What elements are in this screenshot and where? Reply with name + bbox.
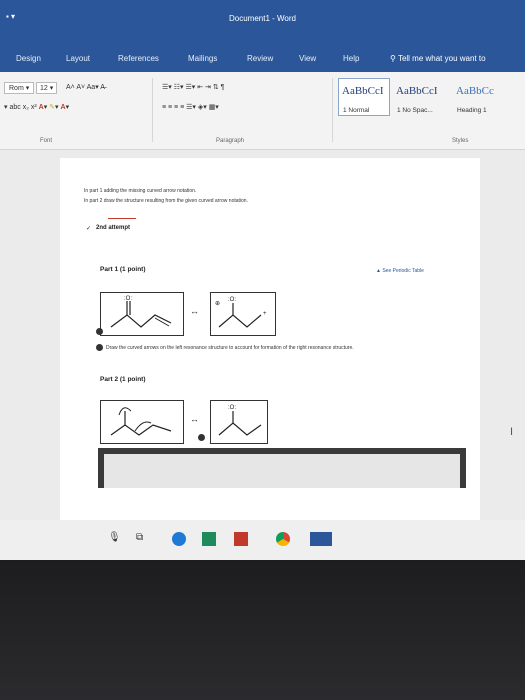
- info-dot-icon: [96, 328, 103, 335]
- word-icon[interactable]: [310, 532, 332, 546]
- microphone-icon[interactable]: 🎙: [108, 532, 122, 546]
- style-preview: AaBbCcI: [396, 85, 438, 97]
- group-label-paragraph: Paragraph: [216, 138, 245, 144]
- tab-review[interactable]: Review: [247, 54, 273, 63]
- divider: [152, 78, 153, 142]
- svg-text::O:: :O:: [124, 296, 132, 302]
- align-icons[interactable]: ≡ ≡ ≡ ≡ ☰▾ ◈▾ ▦▾: [162, 103, 219, 111]
- tab-help[interactable]: Help: [343, 54, 359, 63]
- tab-references[interactable]: References: [118, 54, 159, 63]
- edge-icon[interactable]: [172, 532, 186, 546]
- style-preview: AaBbCcI: [342, 85, 384, 97]
- part2-right-structure[interactable]: :O:: [210, 400, 268, 444]
- molecule-drawing: :O:: [110, 296, 172, 328]
- info-dot-icon: [96, 344, 103, 351]
- part1-title: Part 1 (1 point): [100, 266, 146, 273]
- tell-me-text: Tell me what you want to: [397, 54, 486, 63]
- monitor-screen: ▪ ▾ Document1 - Word Design Layout Refer…: [0, 0, 525, 560]
- font-name-box[interactable]: Rom ▾: [4, 82, 35, 94]
- font-name-value: Rom: [9, 85, 24, 92]
- svg-text:⊕: ⊕: [215, 301, 220, 307]
- ribbon: Rom ▾ 12 ▾ A˄ A˅ Aa▾ A̶ ▾ abc x₂ x² A▾ ✎…: [0, 72, 525, 150]
- style-heading-1[interactable]: AaBbCc Heading 1: [452, 78, 520, 116]
- resonance-arrow-icon: ↔: [190, 306, 199, 316]
- grow-shrink-font-icon[interactable]: A˄ A˅ Aa▾ A̶: [66, 83, 105, 91]
- monitor-bezel: [0, 560, 525, 700]
- part2-title: Part 2 (1 point): [100, 376, 146, 383]
- right-resonance-structure[interactable]: :O: + ⊕: [210, 292, 276, 336]
- onenote-icon[interactable]: [234, 532, 248, 546]
- divider: [332, 78, 333, 142]
- store-icon[interactable]: [202, 532, 216, 546]
- style-name: 1 Normal: [343, 107, 370, 114]
- molecule-drawing: [110, 407, 172, 436]
- periodic-table-link[interactable]: ▲ See Periodic Table: [376, 268, 424, 274]
- svg-text:+: +: [263, 311, 267, 317]
- molecule-drawing: :O: + ⊕: [215, 297, 267, 328]
- drawing-canvas-frame[interactable]: [98, 448, 466, 488]
- left-resonance-structure[interactable]: :O:: [100, 292, 184, 336]
- info-dot-icon: [198, 434, 205, 441]
- list-icons[interactable]: ☰▾ ☷▾ ☰▾ ⇤ ⇥ ⇅ ¶: [162, 83, 224, 91]
- style-preview: AaBbCc: [456, 85, 494, 97]
- taskbar: 🎙 ⧉: [0, 520, 525, 560]
- style-normal[interactable]: AaBbCcI 1 Normal: [338, 78, 390, 116]
- tab-layout[interactable]: Layout: [66, 54, 90, 63]
- task-view-icon[interactable]: ⧉: [136, 532, 150, 546]
- tab-design[interactable]: Design: [16, 54, 41, 63]
- document-page[interactable]: In part 1 adding the missing curved arro…: [60, 158, 480, 560]
- style-no-spacing[interactable]: AaBbCcI 1 No Spac...: [392, 78, 450, 116]
- chevron-down-icon[interactable]: ✓: [86, 225, 91, 232]
- instruction-line-2: In part 2 draw the structure resulting f…: [84, 198, 248, 204]
- window-title: Document1 - Word: [229, 14, 296, 23]
- attempt-label: 2nd attempt: [96, 225, 131, 231]
- title-bar: ▪ ▾ Document1 - Word: [0, 0, 525, 42]
- periodic-table-text: See Periodic Table: [382, 268, 424, 274]
- group-label-styles: Styles: [452, 138, 469, 144]
- resonance-arrow-icon: ↔: [190, 414, 199, 424]
- accent-divider: [108, 218, 136, 219]
- font-size-box[interactable]: 12 ▾: [36, 82, 58, 94]
- ribbon-tabs: Design Layout References Mailings Review…: [0, 42, 525, 72]
- tab-view[interactable]: View: [299, 54, 316, 63]
- chrome-icon[interactable]: [276, 532, 290, 546]
- group-label-font: Font: [40, 138, 53, 144]
- molecule-drawing: :O:: [218, 405, 262, 436]
- svg-text::O:: :O:: [228, 297, 236, 303]
- document-area: In part 1 adding the missing curved arro…: [0, 150, 525, 560]
- part2-left-structure[interactable]: [100, 400, 184, 444]
- font-size-value: 12: [40, 85, 48, 92]
- style-name: 1 No Spac...: [397, 107, 433, 114]
- format-icons[interactable]: ▾ abc x₂ x² A▾ ✎▾ A▾: [4, 103, 69, 111]
- instruction-line-1: In part 1 adding the missing curved arro…: [84, 188, 197, 194]
- tell-me-box[interactable]: ⚲ Tell me what you want to: [390, 54, 486, 63]
- search-icon: ⚲: [390, 54, 398, 63]
- svg-text::O:: :O:: [228, 405, 236, 411]
- tab-mailings[interactable]: Mailings: [188, 54, 217, 63]
- part1-instruction: Draw the curved arrows on the left reson…: [106, 345, 354, 351]
- style-name: Heading 1: [457, 107, 487, 114]
- text-cursor-icon: I: [510, 426, 514, 438]
